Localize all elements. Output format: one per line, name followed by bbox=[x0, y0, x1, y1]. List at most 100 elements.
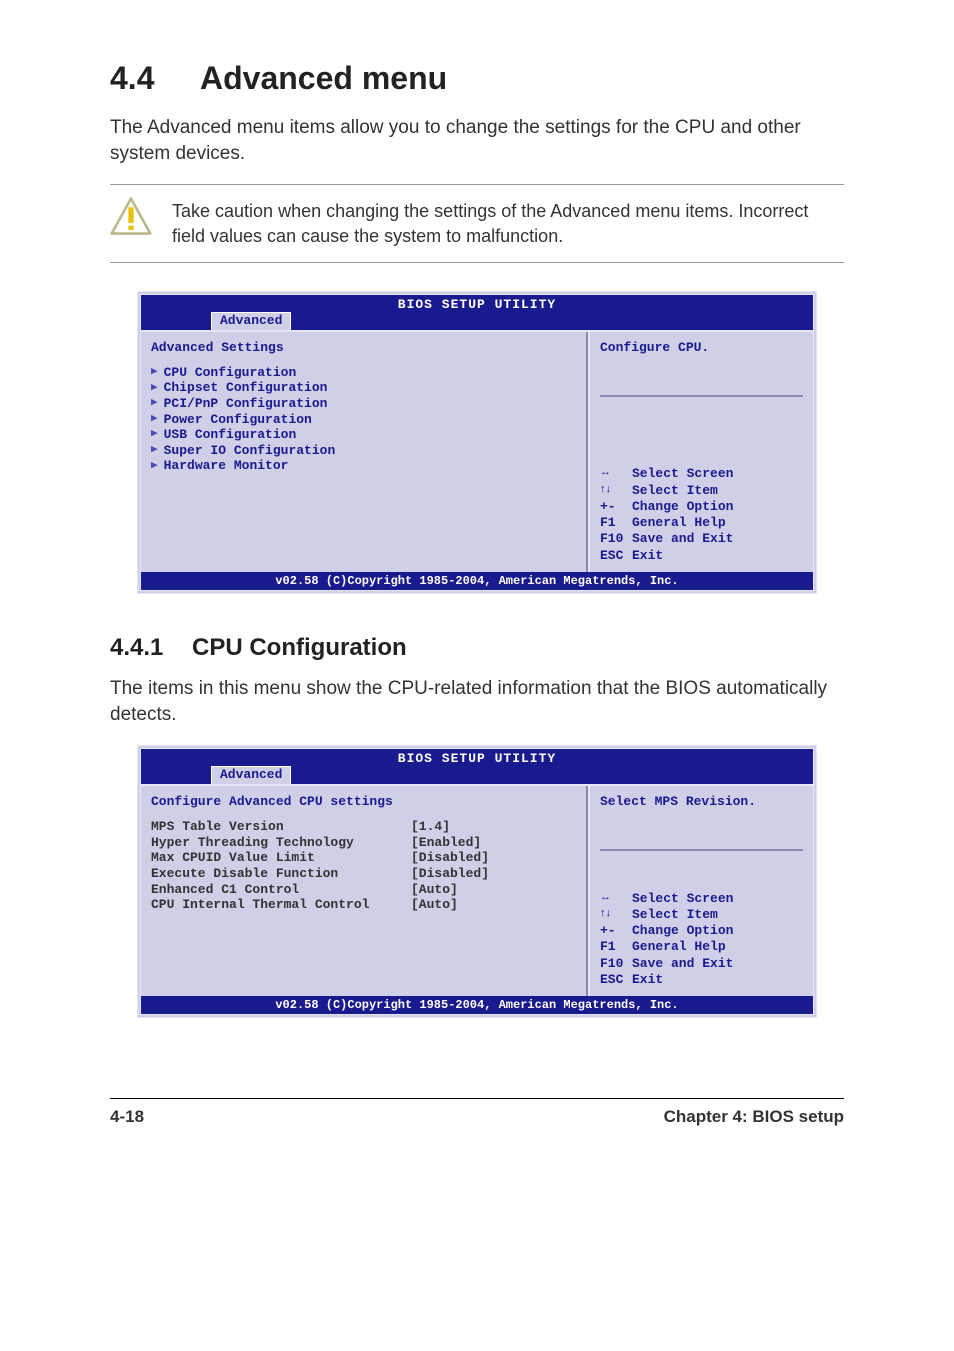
key-desc: Select Screen bbox=[632, 891, 733, 907]
chapter-label: Chapter 4: BIOS setup bbox=[664, 1107, 844, 1127]
key-desc: General Help bbox=[632, 939, 726, 955]
bios-panel-heading: Configure Advanced CPU settings bbox=[151, 794, 576, 809]
bios-title: BIOS SETUP UTILITY bbox=[141, 297, 813, 312]
triangle-icon: ▶ bbox=[151, 382, 158, 395]
setting-value: [Disabled] bbox=[411, 866, 489, 882]
key-row: ↑↓Select Item bbox=[600, 483, 803, 499]
key-row: F10Save and Exit bbox=[600, 956, 803, 972]
bios-header: BIOS SETUP UTILITY Advanced bbox=[141, 295, 813, 330]
bios-menu-label: Chipset Configuration bbox=[164, 380, 328, 396]
key-row: ESCExit bbox=[600, 548, 803, 564]
bios-menu-label: Super IO Configuration bbox=[164, 443, 336, 459]
bios-menu-item[interactable]: ▶USB Configuration bbox=[151, 427, 576, 443]
bios-menu-label: CPU Configuration bbox=[164, 365, 297, 381]
caution-note: Take caution when changing the settings … bbox=[110, 184, 844, 263]
section-heading: 4.4Advanced menu bbox=[110, 60, 844, 97]
subsection-title-text: CPU Configuration bbox=[192, 634, 407, 661]
triangle-icon: ▶ bbox=[151, 413, 158, 426]
subsection-number: 4.4.1 bbox=[110, 634, 192, 662]
key-row: +-Change Option bbox=[600, 499, 803, 515]
key-row: ↔Select Screen bbox=[600, 891, 803, 907]
key-row: ESCExit bbox=[600, 972, 803, 988]
bios-help-text: Configure CPU. bbox=[600, 340, 803, 397]
setting-value: [Enabled] bbox=[411, 835, 481, 851]
setting-value: [1.4] bbox=[411, 819, 450, 835]
caution-text: Take caution when changing the settings … bbox=[172, 195, 844, 248]
bios-window-advanced: BIOS SETUP UTILITY Advanced Advanced Set… bbox=[137, 291, 817, 594]
key-desc: Select Screen bbox=[632, 466, 733, 482]
key-row: ↔Select Screen bbox=[600, 466, 803, 482]
bios-menu-item[interactable]: ▶ PCI/PnP Configuration bbox=[151, 396, 576, 412]
key-name: F1 bbox=[600, 515, 632, 531]
bios-menu-item[interactable]: ▶ Power Configuration bbox=[151, 412, 576, 428]
key-row: ↑↓Select Item bbox=[600, 907, 803, 923]
bios-setting-row[interactable]: Enhanced C1 Control[Auto] bbox=[151, 882, 576, 898]
key-name: ↔ bbox=[600, 891, 632, 907]
key-name: ESC bbox=[600, 972, 632, 988]
bios-menu-item[interactable]: ▶ Super IO Configuration bbox=[151, 443, 576, 459]
bios-menu-item[interactable]: ▶ CPU Configuration bbox=[151, 365, 576, 381]
bios-tab-advanced[interactable]: Advanced bbox=[211, 312, 291, 330]
key-desc: Select Item bbox=[632, 483, 718, 499]
bios-footer: v02.58 (C)Copyright 1985-2004, American … bbox=[141, 996, 813, 1014]
triangle-icon: ▶ bbox=[151, 444, 158, 457]
key-desc: Exit bbox=[632, 972, 663, 988]
key-name: ↔ bbox=[600, 466, 632, 482]
key-desc: General Help bbox=[632, 515, 726, 531]
key-name: ↑↓ bbox=[600, 483, 632, 499]
bios-key-legend: ↔Select Screen↑↓Select Item+-Change Opti… bbox=[600, 891, 803, 989]
key-name: +- bbox=[600, 923, 632, 939]
bios-help-text: Select MPS Revision. bbox=[600, 794, 803, 851]
subsection-intro: The items in this menu show the CPU-rela… bbox=[110, 676, 844, 727]
triangle-icon: ▶ bbox=[151, 366, 158, 379]
setting-value: [Auto] bbox=[411, 897, 458, 913]
triangle-icon: ▶ bbox=[151, 428, 158, 441]
setting-label: Enhanced C1 Control bbox=[151, 882, 411, 898]
key-desc: Exit bbox=[632, 548, 663, 564]
page-footer: 4-18 Chapter 4: BIOS setup bbox=[110, 1098, 844, 1127]
setting-label: MPS Table Version bbox=[151, 819, 411, 835]
key-row: +-Change Option bbox=[600, 923, 803, 939]
bios-title: BIOS SETUP UTILITY bbox=[141, 751, 813, 766]
key-desc: Change Option bbox=[632, 923, 733, 939]
bios-menu-item[interactable]: ▶ Chipset Configuration bbox=[151, 380, 576, 396]
bios-left-panel: Advanced Settings ▶ CPU Configuration ▶ Chi… bbox=[141, 332, 588, 572]
bios-menu-label: Power Configuration bbox=[164, 412, 312, 428]
bios-setting-row[interactable]: Max CPUID Value Limit[Disabled] bbox=[151, 850, 576, 866]
caution-icon bbox=[110, 195, 152, 242]
key-name: ↑↓ bbox=[600, 907, 632, 923]
setting-value: [Auto] bbox=[411, 882, 458, 898]
key-name: +- bbox=[600, 499, 632, 515]
section-number: 4.4 bbox=[110, 60, 200, 97]
bios-window-cpu: BIOS SETUP UTILITY Advanced Configure Ad… bbox=[137, 745, 817, 1018]
key-desc: Change Option bbox=[632, 499, 733, 515]
bios-setting-row[interactable]: Execute Disable Function[Disabled] bbox=[151, 866, 576, 882]
bios-menu-label: Hardware Monitor bbox=[164, 458, 289, 474]
setting-label: CPU Internal Thermal Control bbox=[151, 897, 411, 913]
key-row: F10Save and Exit bbox=[600, 531, 803, 547]
bios-header: BIOS SETUP UTILITY Advanced bbox=[141, 749, 813, 784]
key-name: F10 bbox=[600, 956, 632, 972]
bios-left-panel: Configure Advanced CPU settings MPS Tabl… bbox=[141, 786, 588, 996]
setting-label: Hyper Threading Technology bbox=[151, 835, 411, 851]
key-row: F1General Help bbox=[600, 939, 803, 955]
page-number: 4-18 bbox=[110, 1107, 144, 1127]
bios-menu-item[interactable]: ▶Hardware Monitor bbox=[151, 458, 576, 474]
section-intro: The Advanced menu items allow you to cha… bbox=[110, 115, 844, 166]
setting-label: Max CPUID Value Limit bbox=[151, 850, 411, 866]
bios-setting-row[interactable]: MPS Table Version[1.4] bbox=[151, 819, 576, 835]
bios-menu-label: PCI/PnP Configuration bbox=[164, 396, 328, 412]
key-desc: Select Item bbox=[632, 907, 718, 923]
key-desc: Save and Exit bbox=[632, 956, 733, 972]
setting-label: Execute Disable Function bbox=[151, 866, 411, 882]
bios-tab-advanced[interactable]: Advanced bbox=[211, 766, 291, 784]
subsection-heading: 4.4.1CPU Configuration bbox=[110, 634, 844, 662]
bios-panel-heading: Advanced Settings bbox=[151, 340, 576, 355]
bios-setting-row[interactable]: CPU Internal Thermal Control[Auto] bbox=[151, 897, 576, 913]
key-name: F10 bbox=[600, 531, 632, 547]
bios-setting-row[interactable]: Hyper Threading Technology[Enabled] bbox=[151, 835, 576, 851]
key-row: F1General Help bbox=[600, 515, 803, 531]
key-name: F1 bbox=[600, 939, 632, 955]
triangle-icon: ▶ bbox=[151, 397, 158, 410]
bios-help-panel: Configure CPU. ↔Select Screen↑↓Select It… bbox=[588, 332, 813, 572]
